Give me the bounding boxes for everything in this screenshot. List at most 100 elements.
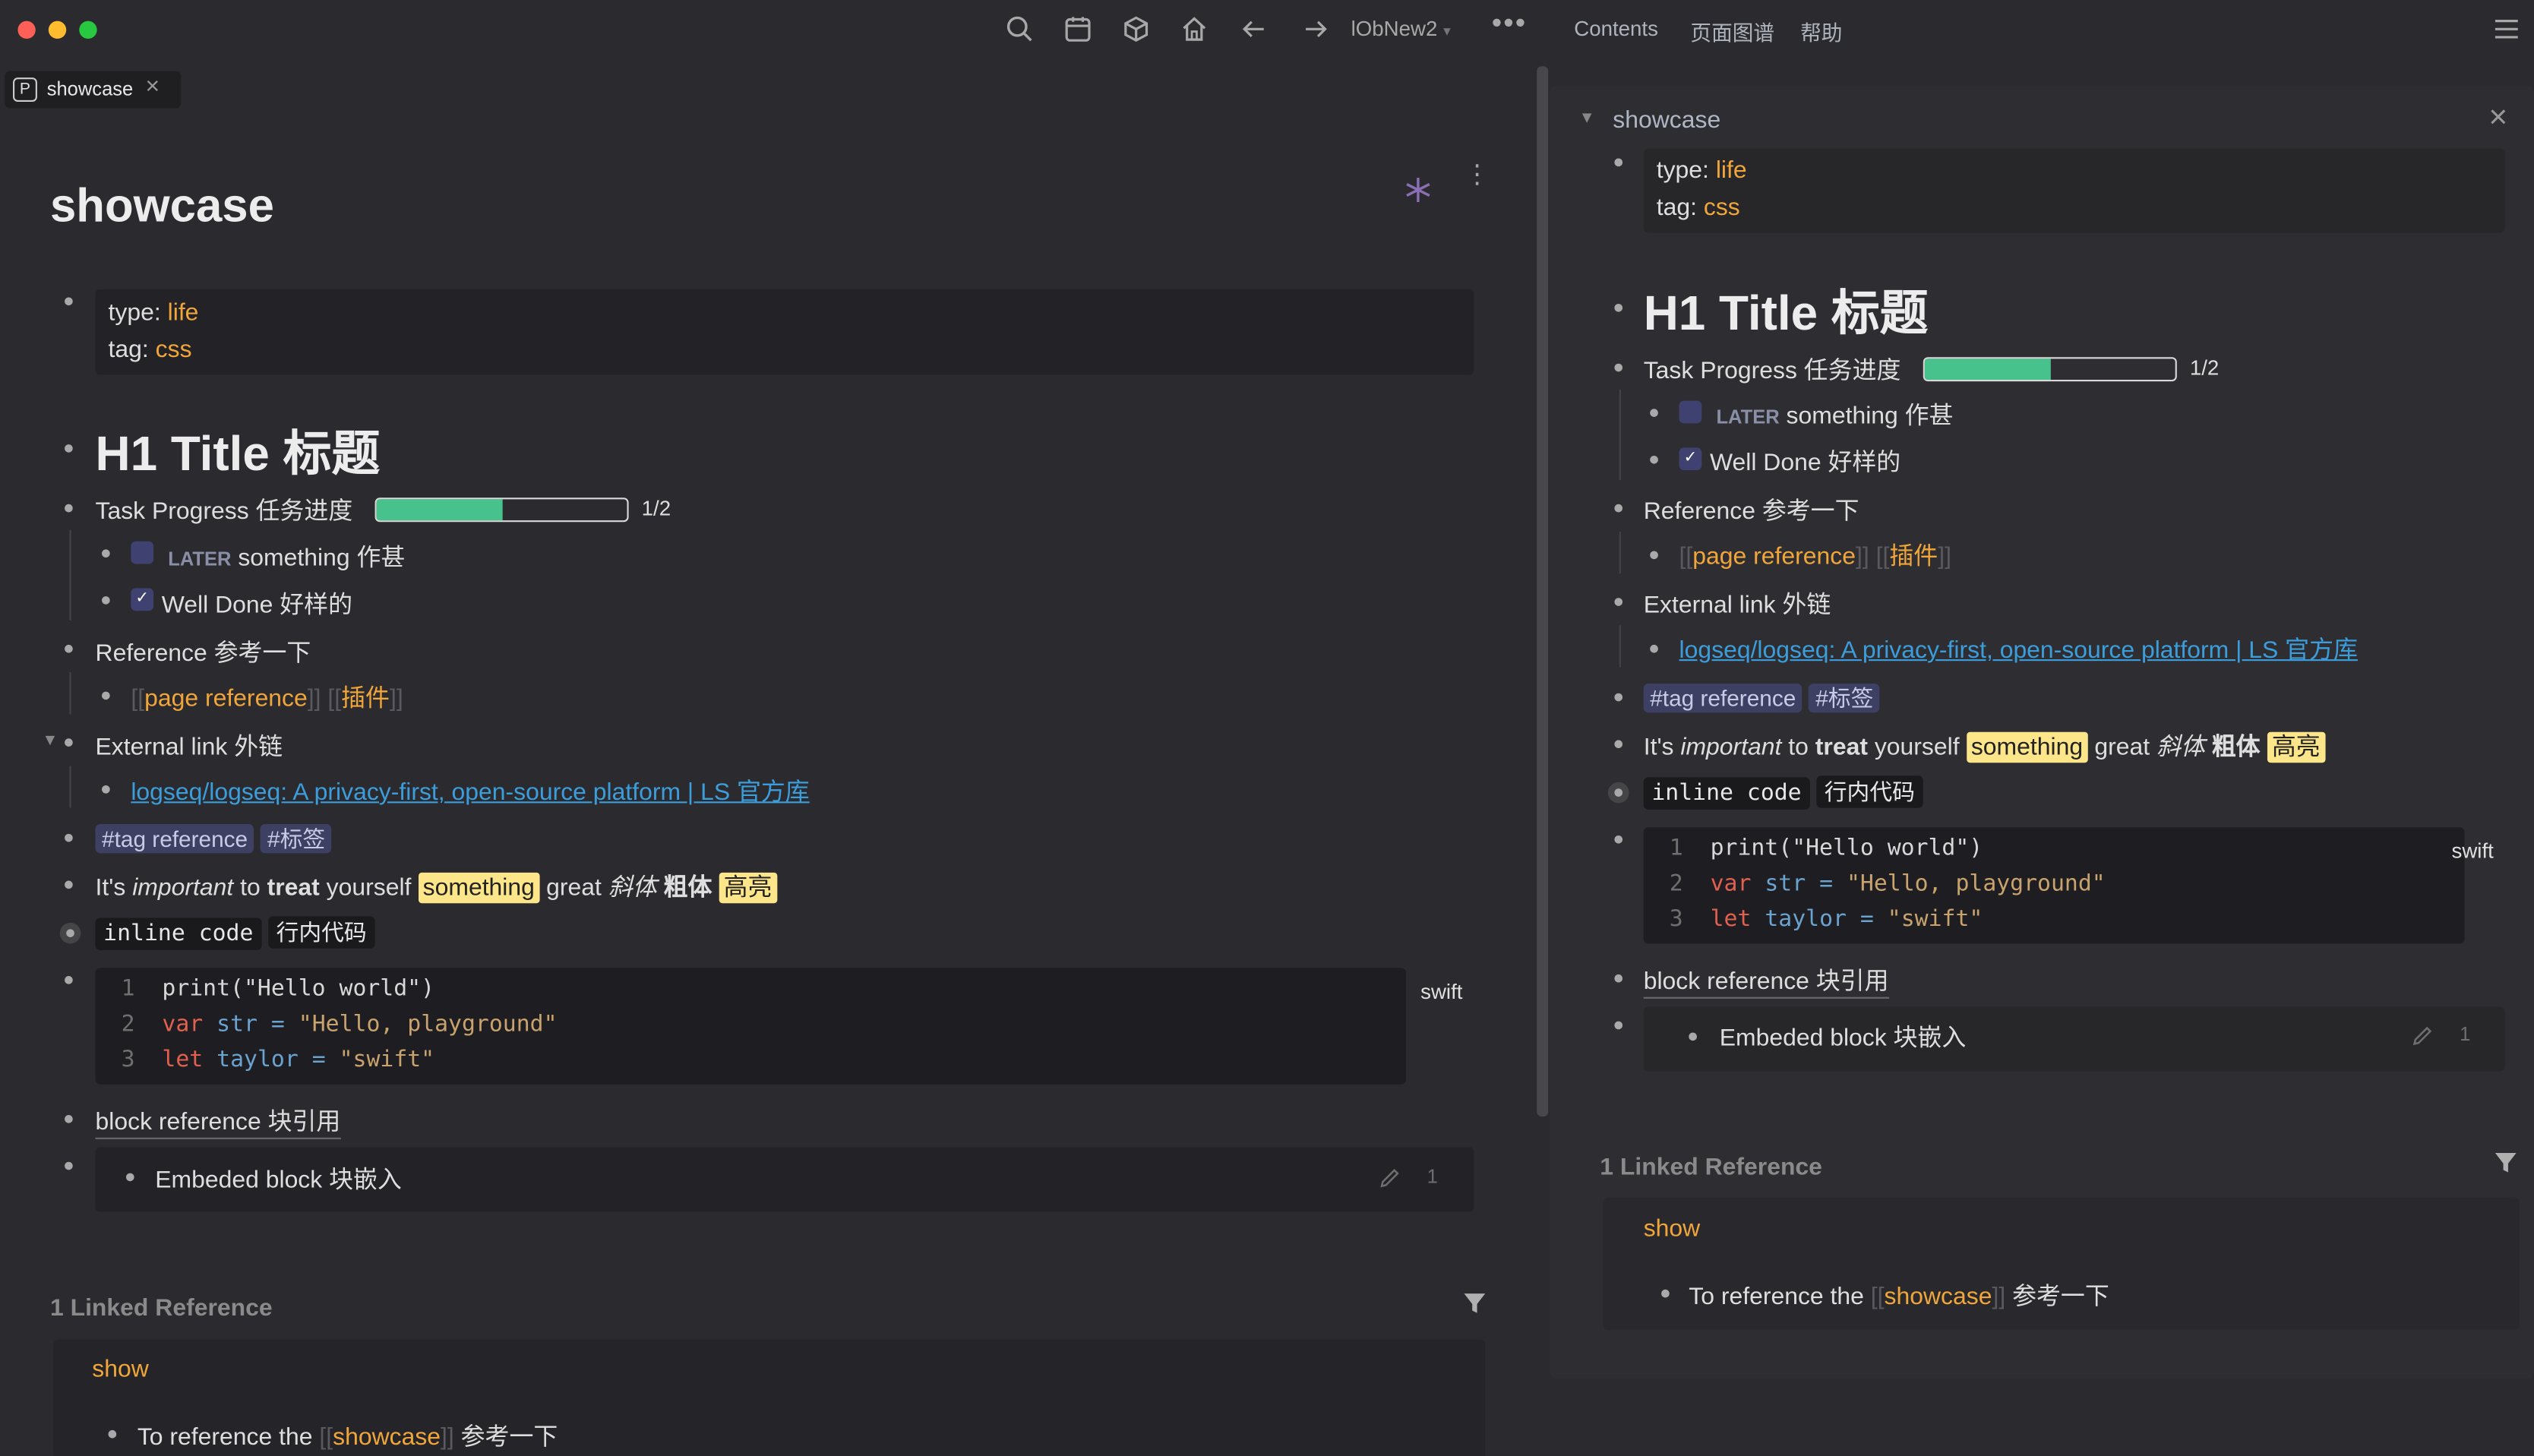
linked-page-title[interactable]: show [92, 1356, 149, 1383]
bullet[interactable] [1614, 693, 1623, 702]
property-value[interactable]: css [156, 336, 192, 364]
bullet[interactable] [65, 1115, 73, 1123]
reference-count[interactable]: 1 [1427, 1165, 1438, 1188]
home-icon[interactable] [1180, 14, 1209, 43]
bullet[interactable] [65, 833, 73, 842]
pencil-icon[interactable] [2411, 1025, 2434, 1047]
bullet[interactable] [1614, 974, 1623, 983]
main-scrollbar[interactable] [1537, 66, 1549, 1117]
rich-text-block[interactable]: It's important to treat yourself somethi… [96, 870, 777, 904]
bullet[interactable] [1614, 598, 1623, 606]
reference-label[interactable]: Reference 参考一下 [96, 635, 311, 669]
code-language-label[interactable]: swift [2451, 839, 2493, 863]
bullet[interactable] [1614, 158, 1623, 167]
top-link-graph-view[interactable]: 页面图谱 [1690, 16, 1774, 46]
sidebar-page-title[interactable]: showcase [1613, 106, 1720, 134]
bullet[interactable] [65, 504, 73, 513]
external-link-label[interactable]: External link 外链 [96, 729, 283, 763]
done-task-text[interactable]: Well Done 好样的 [1710, 444, 1901, 478]
page-tab[interactable]: P showcase × [5, 71, 182, 109]
bullet[interactable] [65, 297, 73, 306]
done-checkbox[interactable]: ✓ [131, 588, 154, 611]
bullet[interactable] [65, 1161, 73, 1170]
properties-block[interactable]: type: life tag: css [1643, 148, 2505, 233]
page-reference-link[interactable]: page reference [1692, 543, 1856, 570]
h1-heading[interactable]: H1 Title 标题 [96, 414, 381, 485]
reference-label[interactable]: Reference 参考一下 [1644, 493, 1859, 527]
bullet[interactable] [108, 1429, 117, 1439]
bullet[interactable] [1614, 1021, 1623, 1030]
task-progress-label[interactable]: Task Progress 任务进度 [1644, 352, 1901, 387]
search-icon[interactable] [1005, 14, 1034, 43]
page-reference-link[interactable]: showcase [333, 1423, 441, 1451]
reference-count[interactable]: 1 [2460, 1023, 2470, 1046]
todo-checkbox[interactable] [1679, 400, 1702, 424]
property-value[interactable]: life [168, 299, 199, 327]
filter-icon[interactable] [2494, 1151, 2518, 1175]
block-reference[interactable]: block reference 块引用 [1643, 963, 1889, 999]
external-link[interactable]: logseq/logseq: A privacy-first, open-sou… [1679, 632, 2358, 666]
menu-icon[interactable] [2494, 17, 2520, 40]
bullet[interactable] [1614, 788, 1623, 797]
embed-block[interactable]: Embeded block 块嵌入 1 [95, 1147, 1474, 1212]
back-arrow-icon[interactable] [1240, 16, 1269, 42]
linked-references-header[interactable]: 1 Linked Reference [1600, 1154, 1822, 1181]
close-tab-icon[interactable]: × [145, 73, 160, 100]
bullet[interactable] [1650, 455, 1658, 464]
tag-pill[interactable]: #tag reference [95, 824, 254, 854]
bullet[interactable] [65, 444, 73, 453]
linked-reference-item[interactable]: To reference the [[showcase]] 参考一下 [1689, 1278, 2109, 1312]
property-value[interactable]: css [1704, 194, 1740, 221]
todo-checkbox[interactable] [131, 541, 154, 564]
later-task[interactable]: LATER something 作甚 [168, 540, 405, 574]
external-link[interactable]: logseq/logseq: A privacy-first, open-sou… [131, 774, 809, 808]
more-options-icon[interactable]: ••• [1492, 7, 1528, 41]
bullet[interactable] [102, 691, 110, 700]
page-reference-link[interactable]: 插件 [341, 685, 390, 712]
tag-pill[interactable]: #标签 [261, 824, 332, 854]
calendar-icon[interactable] [1063, 14, 1092, 43]
minimize-window-button[interactable] [48, 21, 67, 39]
bullet[interactable] [1650, 551, 1658, 560]
bullet[interactable] [1650, 409, 1658, 417]
later-task[interactable]: LATER something 作甚 [1716, 397, 1953, 431]
rich-text-block[interactable]: It's important to treat yourself somethi… [1644, 729, 2326, 763]
zoom-window-button[interactable] [79, 21, 97, 39]
linked-page-title[interactable]: show [1644, 1215, 1701, 1243]
bullet[interactable] [1614, 504, 1623, 513]
graph-selector[interactable]: lObNew2 ▾ [1351, 16, 1451, 40]
bullet[interactable] [65, 976, 73, 984]
bullet[interactable] [65, 738, 73, 747]
bullet[interactable] [65, 644, 73, 653]
code-language-label[interactable]: swift [1420, 979, 1462, 1003]
bullet[interactable] [1650, 644, 1658, 653]
property-value[interactable]: life [1716, 156, 1747, 184]
inline-code-block[interactable]: inline code 行内代码 [1643, 775, 1923, 810]
close-sidebar-icon[interactable]: × [2488, 100, 2507, 137]
page-reference-link[interactable]: 插件 [1889, 543, 1938, 570]
code-block[interactable]: 1 print("Hello world") 2 var str = "Hell… [1643, 827, 2465, 944]
sidebar-collapse-arrow-icon[interactable]: ▼ [1579, 110, 1595, 128]
tag-pill[interactable]: #tag reference [1643, 683, 1803, 713]
bullet[interactable] [1661, 1289, 1670, 1298]
block-reference[interactable]: block reference 块引用 [95, 1104, 341, 1139]
bullet[interactable] [1614, 835, 1623, 844]
embed-block[interactable]: Embeded block 块嵌入 1 [1643, 1006, 2505, 1072]
collapse-arrow-icon[interactable]: ▼ [42, 732, 58, 750]
page-reference-link[interactable]: page reference [144, 685, 308, 712]
bullet[interactable] [102, 596, 110, 605]
h1-heading[interactable]: H1 Title 标题 [1644, 273, 1929, 345]
cube-icon[interactable] [1122, 14, 1151, 43]
external-link-label[interactable]: External link 外链 [1644, 586, 1831, 621]
forward-arrow-icon[interactable] [1301, 16, 1330, 42]
bullet[interactable] [1614, 363, 1623, 372]
linked-reference-item[interactable]: To reference the [[showcase]] 参考一下 [137, 1419, 558, 1453]
task-progress-label[interactable]: Task Progress 任务进度 [96, 493, 353, 527]
filter-icon[interactable] [1462, 1291, 1487, 1315]
page-title[interactable]: showcase [50, 181, 274, 234]
done-task-text[interactable]: Well Done 好样的 [162, 586, 352, 621]
page-reference-link[interactable]: showcase [1885, 1283, 1992, 1310]
properties-block[interactable]: type: life tag: css [95, 289, 1474, 375]
inline-code-block[interactable]: inline code 行内代码 [95, 916, 375, 950]
top-link-contents[interactable]: Contents [1574, 16, 1658, 40]
